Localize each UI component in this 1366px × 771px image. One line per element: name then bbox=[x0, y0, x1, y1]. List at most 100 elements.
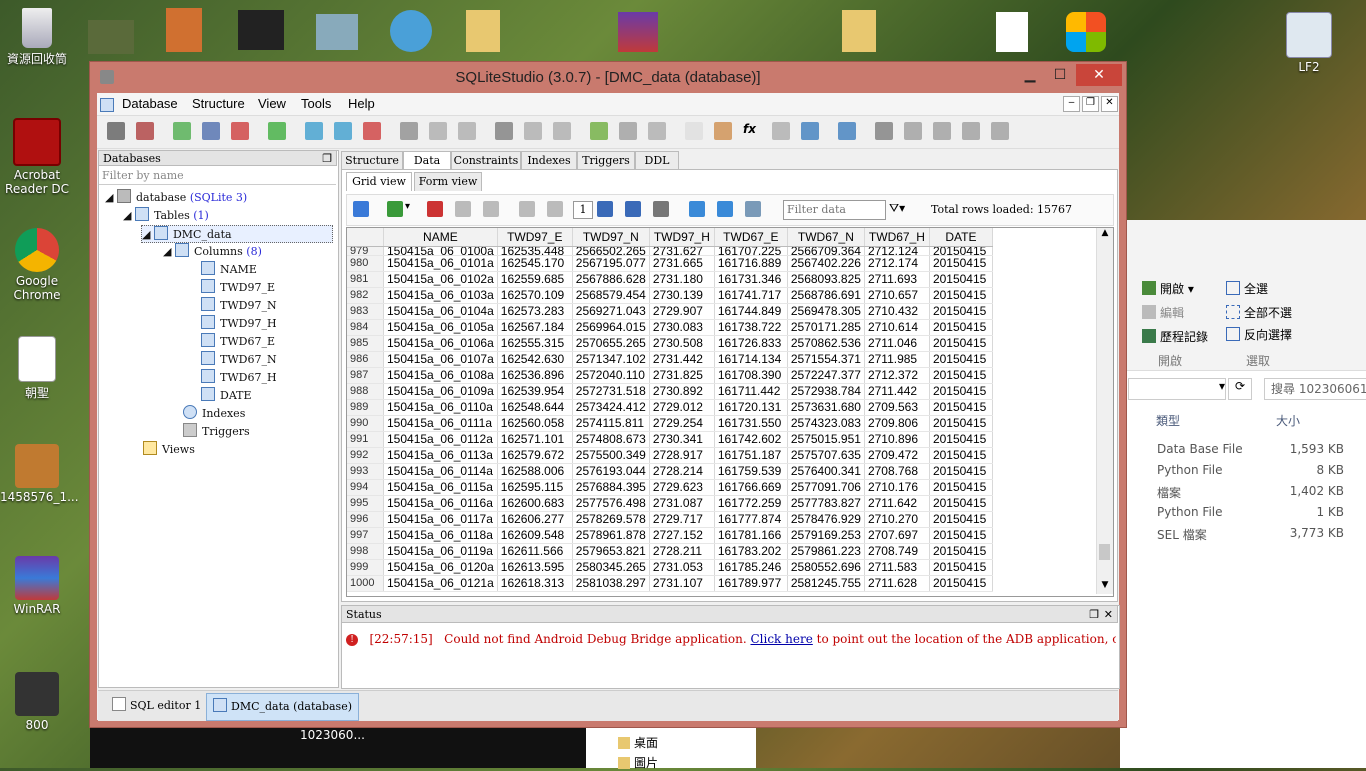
data-cell[interactable]: 2731.627 bbox=[649, 246, 715, 256]
data-cell[interactable]: 162595.115 bbox=[497, 479, 573, 496]
column-type-header[interactable]: 類型 bbox=[1156, 412, 1180, 429]
data-cell[interactable]: 2566709.364 bbox=[787, 246, 865, 256]
data-cell[interactable]: 162573.283 bbox=[497, 303, 573, 320]
tile-vertical-icon[interactable] bbox=[933, 122, 951, 140]
data-cell[interactable]: 162609.548 bbox=[497, 527, 573, 544]
table-row[interactable]: 990 150415a_06_0111a 162560.058 2574115.811… bbox=[347, 415, 993, 432]
data-cell[interactable]: 162535.448 bbox=[497, 246, 573, 256]
data-cell[interactable]: 2568579.454 bbox=[572, 287, 650, 304]
data-cell[interactable]: 20150415 bbox=[929, 255, 993, 272]
table-row[interactable]: 981 150415a_06_0102a 162559.685 2567886.628… bbox=[347, 271, 993, 288]
data-cell[interactable]: 2567886.628 bbox=[572, 271, 650, 288]
tree-node-column[interactable]: TWD67_H bbox=[201, 369, 277, 385]
data-cell[interactable]: 150415a_06_0116a bbox=[383, 495, 498, 512]
globe-icon[interactable] bbox=[390, 10, 432, 52]
data-cell[interactable]: 161783.202 bbox=[714, 543, 788, 560]
table-row[interactable]: 998 150415a_06_0119a 162611.566 2579653.821… bbox=[347, 543, 993, 560]
data-cell[interactable]: 20150415 bbox=[929, 287, 993, 304]
data-cell[interactable]: 162542.630 bbox=[497, 351, 573, 368]
data-cell[interactable]: 2708.749 bbox=[864, 543, 930, 560]
data-cell[interactable]: 162600.683 bbox=[497, 495, 573, 512]
function-editor-icon[interactable]: fx bbox=[743, 122, 761, 140]
scroll-down-arrow[interactable]: ▼ bbox=[1097, 580, 1113, 594]
data-cell[interactable]: 161742.602 bbox=[714, 431, 788, 448]
data-cell[interactable]: 20150415 bbox=[929, 447, 993, 464]
data-cell[interactable]: 20150415 bbox=[929, 367, 993, 384]
data-cell[interactable]: 2569478.305 bbox=[787, 303, 865, 320]
extensions-icon[interactable] bbox=[801, 122, 819, 140]
table-row[interactable]: 996 150415a_06_0117a 162606.277 2578269.578… bbox=[347, 511, 993, 528]
data-cell[interactable]: 150415a_06_0113a bbox=[383, 447, 498, 464]
data-cell[interactable]: 161738.722 bbox=[714, 319, 788, 336]
data-cell[interactable]: 2709.563 bbox=[864, 399, 930, 416]
data-cell[interactable]: 150415a_06_0114a bbox=[383, 463, 498, 480]
data-cell[interactable]: 162536.896 bbox=[497, 367, 573, 384]
data-cell[interactable]: 150415a_06_0121a bbox=[383, 575, 498, 592]
load-view-icon[interactable] bbox=[745, 201, 761, 217]
data-cell[interactable]: 2577783.827 bbox=[787, 495, 865, 512]
explorer-file-row[interactable]: Data Base File 1,593 KB bbox=[1120, 442, 1366, 460]
data-cell[interactable]: 2711.985 bbox=[864, 351, 930, 368]
data-cell[interactable]: 2709.472 bbox=[864, 447, 930, 464]
data-cell[interactable]: 150415a_06_0117a bbox=[383, 511, 498, 528]
table-row[interactable]: 1000 150415a_06_0121a 162618.313 2581038.29… bbox=[347, 575, 993, 592]
add-db-icon[interactable] bbox=[173, 122, 191, 140]
data-cell[interactable]: 161711.442 bbox=[714, 383, 788, 400]
tree-node-triggers[interactable]: Triggers bbox=[183, 423, 250, 439]
print-icon[interactable] bbox=[653, 201, 669, 217]
data-cell[interactable]: 161720.131 bbox=[714, 399, 788, 416]
data-cell[interactable]: 2730.892 bbox=[649, 383, 715, 400]
first-page-icon[interactable] bbox=[519, 201, 535, 217]
data-cell[interactable]: 20150415 bbox=[929, 527, 993, 544]
desktop-top-icon[interactable] bbox=[88, 20, 134, 54]
new-view-icon[interactable] bbox=[590, 122, 608, 140]
windows-logo-icon[interactable] bbox=[1066, 12, 1106, 52]
data-cell[interactable]: 2711.693 bbox=[864, 271, 930, 288]
explorer-file-row[interactable]: Python File 1 KB bbox=[1120, 505, 1366, 523]
data-cell[interactable]: 150415a_06_0100a bbox=[383, 246, 498, 256]
table-row[interactable]: 986 150415a_06_0107a 162542.630 2571347.102… bbox=[347, 351, 993, 368]
column-header-twd67-h[interactable]: TWD67_H bbox=[864, 228, 930, 247]
adb-click-here-link[interactable]: Click here bbox=[750, 632, 812, 646]
data-cell[interactable]: 150415a_06_0101a bbox=[383, 255, 498, 272]
image-file-icon[interactable]: 1458576_1... bbox=[0, 444, 79, 504]
data-cell[interactable]: 2574323.083 bbox=[787, 415, 865, 432]
data-cell[interactable]: 20150415 bbox=[929, 351, 993, 368]
data-cell[interactable]: 161714.134 bbox=[714, 351, 788, 368]
invert-select-button[interactable]: 反向選擇 bbox=[1226, 326, 1292, 343]
data-cell[interactable]: 20150415 bbox=[929, 463, 993, 480]
data-cell[interactable]: 161751.187 bbox=[714, 447, 788, 464]
data-cell[interactable]: 2572938.784 bbox=[787, 383, 865, 400]
new-table-icon[interactable] bbox=[305, 122, 323, 140]
collations-icon[interactable] bbox=[772, 122, 790, 140]
refresh-data-icon[interactable] bbox=[353, 201, 369, 217]
data-cell[interactable]: 162560.058 bbox=[497, 415, 573, 432]
table-row[interactable]: 995 150415a_06_0116a 162600.683 2577576.498… bbox=[347, 495, 993, 512]
winrar-icon[interactable]: WinRAR bbox=[0, 556, 74, 616]
data-cell[interactable]: 2729.717 bbox=[649, 511, 715, 528]
delete-trigger-icon[interactable] bbox=[553, 122, 571, 140]
data-cell[interactable]: 2729.254 bbox=[649, 415, 715, 432]
data-cell[interactable]: 150415a_06_0105a bbox=[383, 319, 498, 336]
data-cell[interactable]: 2731.665 bbox=[649, 255, 715, 272]
data-cell[interactable]: 2575015.951 bbox=[787, 431, 865, 448]
nav-desktop-item[interactable]: 桌面 bbox=[618, 734, 658, 751]
data-cell[interactable]: 2581245.755 bbox=[787, 575, 865, 592]
data-cell[interactable]: 161785.246 bbox=[714, 559, 788, 576]
delete-view-icon[interactable] bbox=[648, 122, 666, 140]
column-header-twd97-h[interactable]: TWD97_H bbox=[649, 228, 715, 247]
winrar-archive-icon[interactable] bbox=[618, 12, 658, 52]
data-cell[interactable]: 20150415 bbox=[929, 479, 993, 496]
data-cell[interactable]: 20150415 bbox=[929, 431, 993, 448]
scroll-up-arrow[interactable]: ▲ bbox=[1097, 228, 1113, 242]
tree-node-columns[interactable]: ◢ Columns (8) bbox=[163, 243, 262, 259]
explorer-search-input[interactable]: 搜尋 102306061_... bbox=[1264, 378, 1366, 400]
tree-node-database[interactable]: ◢ database (SQLite 3) bbox=[105, 189, 247, 205]
data-cell[interactable]: 161741.717 bbox=[714, 287, 788, 304]
data-cell[interactable]: 2571347.102 bbox=[572, 351, 650, 368]
data-cell[interactable]: 2729.907 bbox=[649, 303, 715, 320]
commit-icon[interactable] bbox=[455, 201, 471, 217]
data-cell[interactable]: 161708.390 bbox=[714, 367, 788, 384]
data-cell[interactable]: 2712.124 bbox=[864, 246, 930, 256]
data-cell[interactable]: 2572247.377 bbox=[787, 367, 865, 384]
